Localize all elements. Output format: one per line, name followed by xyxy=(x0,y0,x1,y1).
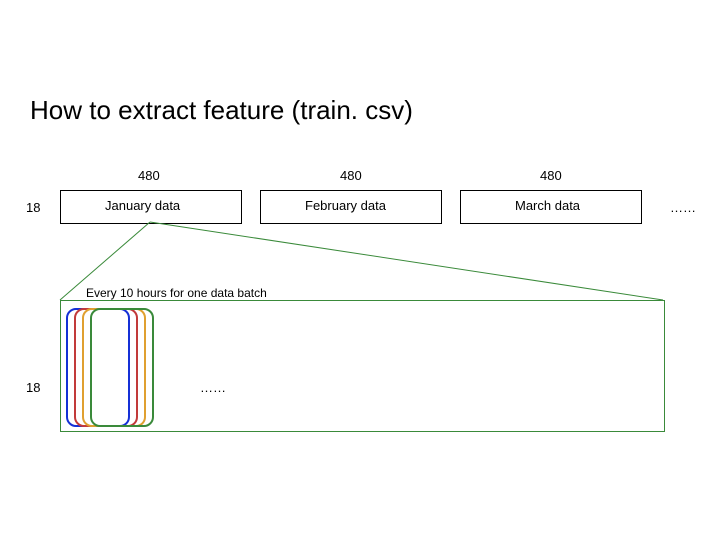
page-title: How to extract feature (train. csv) xyxy=(30,95,413,126)
ellipsis-lower: …… xyxy=(200,380,226,395)
feature-dim-label-lower: 18 xyxy=(26,380,40,395)
sliding-window-3 xyxy=(90,308,154,427)
month-label-2: March data xyxy=(515,198,580,213)
month-dim-0: 480 xyxy=(138,168,160,183)
batch-caption: Every 10 hours for one data batch xyxy=(86,286,267,300)
zoom-connectors xyxy=(0,0,720,540)
month-label-0: January data xyxy=(105,198,180,213)
month-dim-1: 480 xyxy=(340,168,362,183)
ellipsis-upper: …… xyxy=(670,200,696,215)
month-label-1: February data xyxy=(305,198,386,213)
feature-dim-label-upper: 18 xyxy=(26,200,40,215)
month-dim-2: 480 xyxy=(540,168,562,183)
